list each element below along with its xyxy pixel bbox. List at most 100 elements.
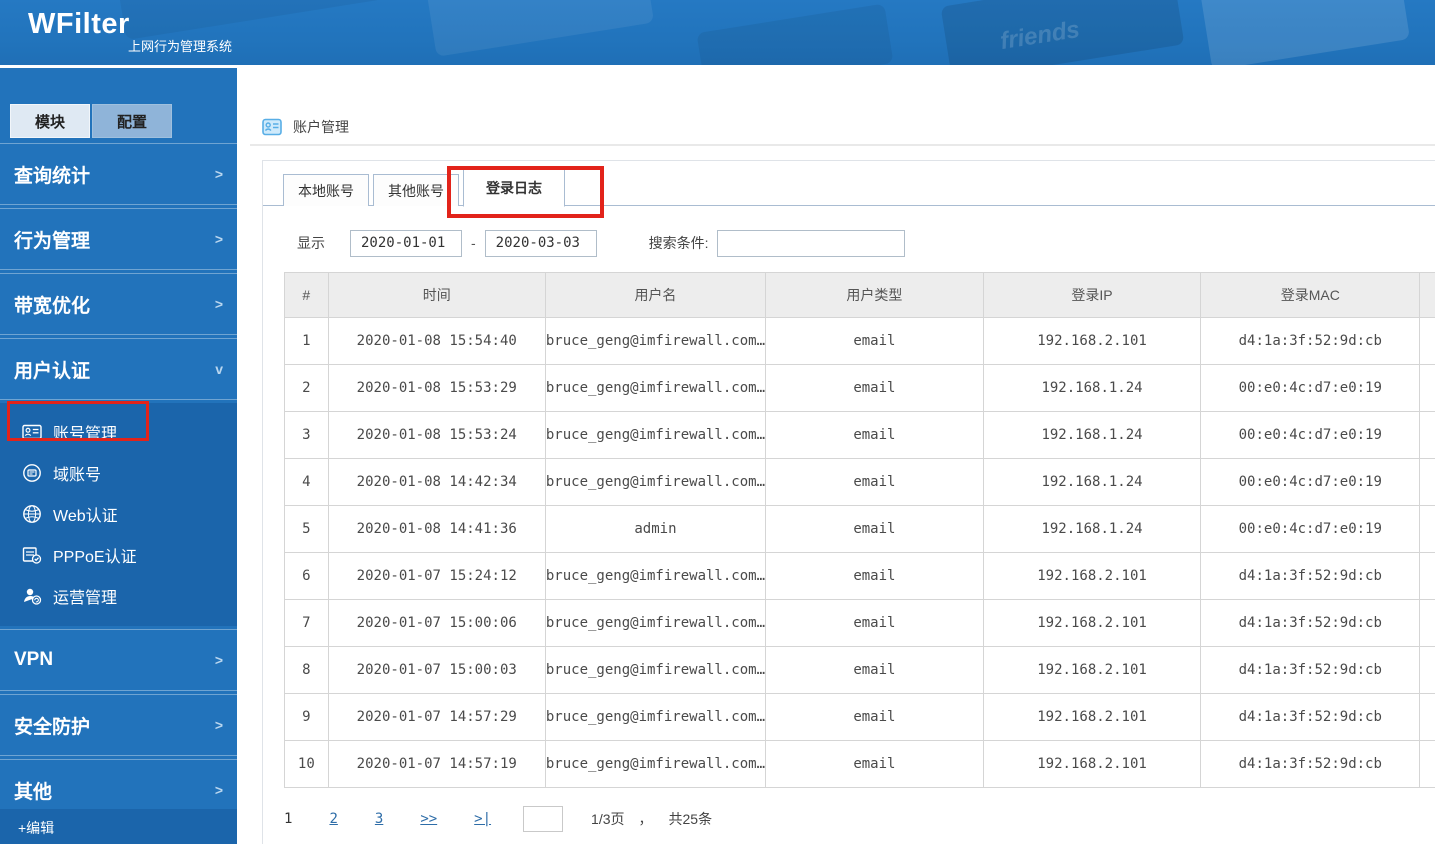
search-label: 搜索条件:: [648, 235, 709, 251]
page-link[interactable]: 3: [375, 811, 383, 827]
table-cell: bruce_geng@imfirewall.com…: [544, 693, 767, 741]
table-cell: 00:e0:4c:d7:e0:19: [1200, 505, 1421, 553]
date-from-input[interactable]: [350, 229, 462, 257]
table-cell: 192.168.2.101: [982, 317, 1202, 365]
table-cell: 4: [284, 458, 329, 506]
table-row: 6 2020-01-07 15:24:12 bruce_geng@imfirewal…: [284, 552, 1435, 600]
table-cell: bruce_geng@imfirewall.com…: [544, 646, 767, 694]
sidebar-submenu: 账号管理 域账号 Web认证 PPPoE认证 运营管理: [0, 403, 237, 626]
table-cell: [1419, 552, 1435, 600]
sidebar-submenu-item-label: Web认证: [53, 507, 118, 525]
current-page: 1: [284, 811, 293, 827]
sidebar: 模块 配置 查询统计 > 行为管理 > 带宽优化 > 用户认证 v 账号管理 域…: [0, 65, 237, 844]
sidebar-submenu-item[interactable]: PPPoE认证: [0, 534, 237, 575]
breadcrumb: 账户管理: [262, 117, 349, 137]
table-cell: bruce_geng@imfirewall.com…: [544, 364, 767, 412]
sidebar-submenu-item[interactable]: 账号管理: [0, 411, 237, 452]
table-row: 8 2020-01-07 15:00:03 bruce_geng@imfirewal…: [284, 646, 1435, 694]
divider: [250, 144, 1435, 146]
table-cell: email: [765, 646, 984, 694]
table-cell: bruce_geng@imfirewall.com…: [544, 458, 767, 506]
sidebar-menu-item[interactable]: 查询统计 >: [0, 143, 237, 205]
table-cell: email: [765, 693, 984, 741]
last-page-link[interactable]: >|: [474, 811, 491, 827]
sidebar-submenu-item[interactable]: 运营管理: [0, 575, 237, 616]
content-tab[interactable]: 其他账号: [373, 174, 459, 206]
table-cell: email: [765, 458, 984, 506]
table-cell: [1419, 458, 1435, 506]
table-cell: 2020-01-07 15:00:06: [327, 599, 546, 647]
content-tab-label: 登录日志: [486, 180, 542, 196]
table-cell: [1419, 364, 1435, 412]
sidebar-submenu-item[interactable]: Web认证: [0, 493, 237, 534]
table-cell: 192.168.2.101: [982, 693, 1202, 741]
chevron-icon: >: [214, 782, 223, 798]
page-jump-input[interactable]: [523, 806, 564, 832]
table-cell: email: [765, 411, 984, 459]
table-cell: 2020-01-07 15:24:12: [327, 552, 546, 600]
chevron-icon: >: [214, 231, 223, 247]
top-banner: friends WFilter 上网行为管理系统: [0, 0, 1435, 65]
sidebar-tab[interactable]: 配置: [92, 104, 173, 138]
sidebar-menu-item-label: 带宽优化: [14, 295, 91, 317]
page-link[interactable]: 2: [329, 811, 337, 827]
sidebar-menu-item-label: 安全防护: [14, 716, 91, 738]
table-cell: 2020-01-07 15:00:03: [327, 646, 546, 694]
sidebar-menu-item[interactable]: 带宽优化 >: [0, 273, 237, 335]
content-tab[interactable]: 本地账号: [283, 174, 369, 206]
search-input[interactable]: [716, 229, 905, 257]
table-cell: d4:1a:3f:52:9d:cb: [1200, 552, 1421, 600]
table-cell: d4:1a:3f:52:9d:cb: [1200, 317, 1421, 365]
sidebar-submenu-item[interactable]: 域账号: [0, 452, 237, 493]
chevron-icon: v: [215, 361, 223, 377]
table-cell: bruce_geng@imfirewall.com…: [544, 599, 767, 647]
column-header: 用户类型: [765, 272, 984, 318]
sidebar-menu-item-label: 用户认证: [14, 360, 91, 382]
sidebar-menu-item[interactable]: 行为管理 >: [0, 208, 237, 270]
keyboard-decoration: [116, 0, 384, 40]
table-cell: 192.168.1.24: [982, 364, 1202, 412]
globe-icon: [22, 504, 42, 524]
sidebar-submenu-item-label: 域账号: [53, 466, 102, 484]
table-cell: 7: [284, 599, 329, 647]
sidebar-menu-item[interactable]: VPN >: [0, 629, 237, 691]
sidebar-submenu-item-label: 运营管理: [53, 589, 118, 607]
keyboard-decoration: [425, 0, 655, 57]
date-to-input[interactable]: [484, 229, 597, 257]
column-header: 登录MAC: [1200, 272, 1421, 318]
table-cell: email: [765, 599, 984, 647]
sidebar-menu-item[interactable]: 用户认证 v: [0, 338, 237, 400]
column-header: [1419, 272, 1435, 318]
table-cell: [1419, 599, 1435, 647]
table-cell: 2020-01-08 14:41:36: [327, 505, 546, 553]
table-cell: email: [765, 740, 984, 788]
table-row: 7 2020-01-07 15:00:06 bruce_geng@imfirewal…: [284, 599, 1435, 647]
table-cell: [1419, 740, 1435, 788]
document-check-icon: [22, 545, 42, 565]
page-info-comma: ，: [638, 812, 653, 828]
column-header: 登录IP: [982, 272, 1202, 318]
sidebar-menu-item-label: 行为管理: [14, 230, 91, 252]
content-tab-label: 本地账号: [298, 182, 354, 199]
content-tab[interactable]: 登录日志: [463, 166, 565, 207]
table-cell: [1419, 693, 1435, 741]
column-header: #: [284, 272, 329, 318]
next-page-link[interactable]: >>: [420, 811, 437, 827]
content-tab-label: 其他账号: [388, 182, 444, 199]
login-log-table: # 时间 用户名 用户类型 登录IP 登录MAC 1 2020-01-08 15:54:40…: [284, 272, 1435, 788]
sidebar-menu-item[interactable]: 安全防护 >: [0, 694, 237, 756]
main-content: 账户管理 本地账号 其他账号 登录日志 显示 -: [237, 65, 1435, 844]
sidebar-tab[interactable]: 模块: [10, 104, 91, 138]
table-cell: 6: [284, 552, 329, 600]
table-cell: d4:1a:3f:52:9d:cb: [1200, 599, 1421, 647]
page-info: 1/3页: [591, 811, 625, 827]
page-title: 账户管理: [293, 119, 349, 135]
table-cell: 192.168.2.101: [982, 552, 1202, 600]
table-cell: 3: [284, 411, 329, 459]
table-cell: 00:e0:4c:d7:e0:19: [1200, 364, 1421, 412]
chevron-icon: >: [214, 166, 223, 182]
sidebar-menu-item-label: 查询统计: [14, 165, 91, 187]
date-range-separator: -: [471, 235, 476, 251]
sidebar-edit-button[interactable]: +编辑: [0, 809, 237, 844]
total-count: 共25条: [668, 811, 713, 827]
